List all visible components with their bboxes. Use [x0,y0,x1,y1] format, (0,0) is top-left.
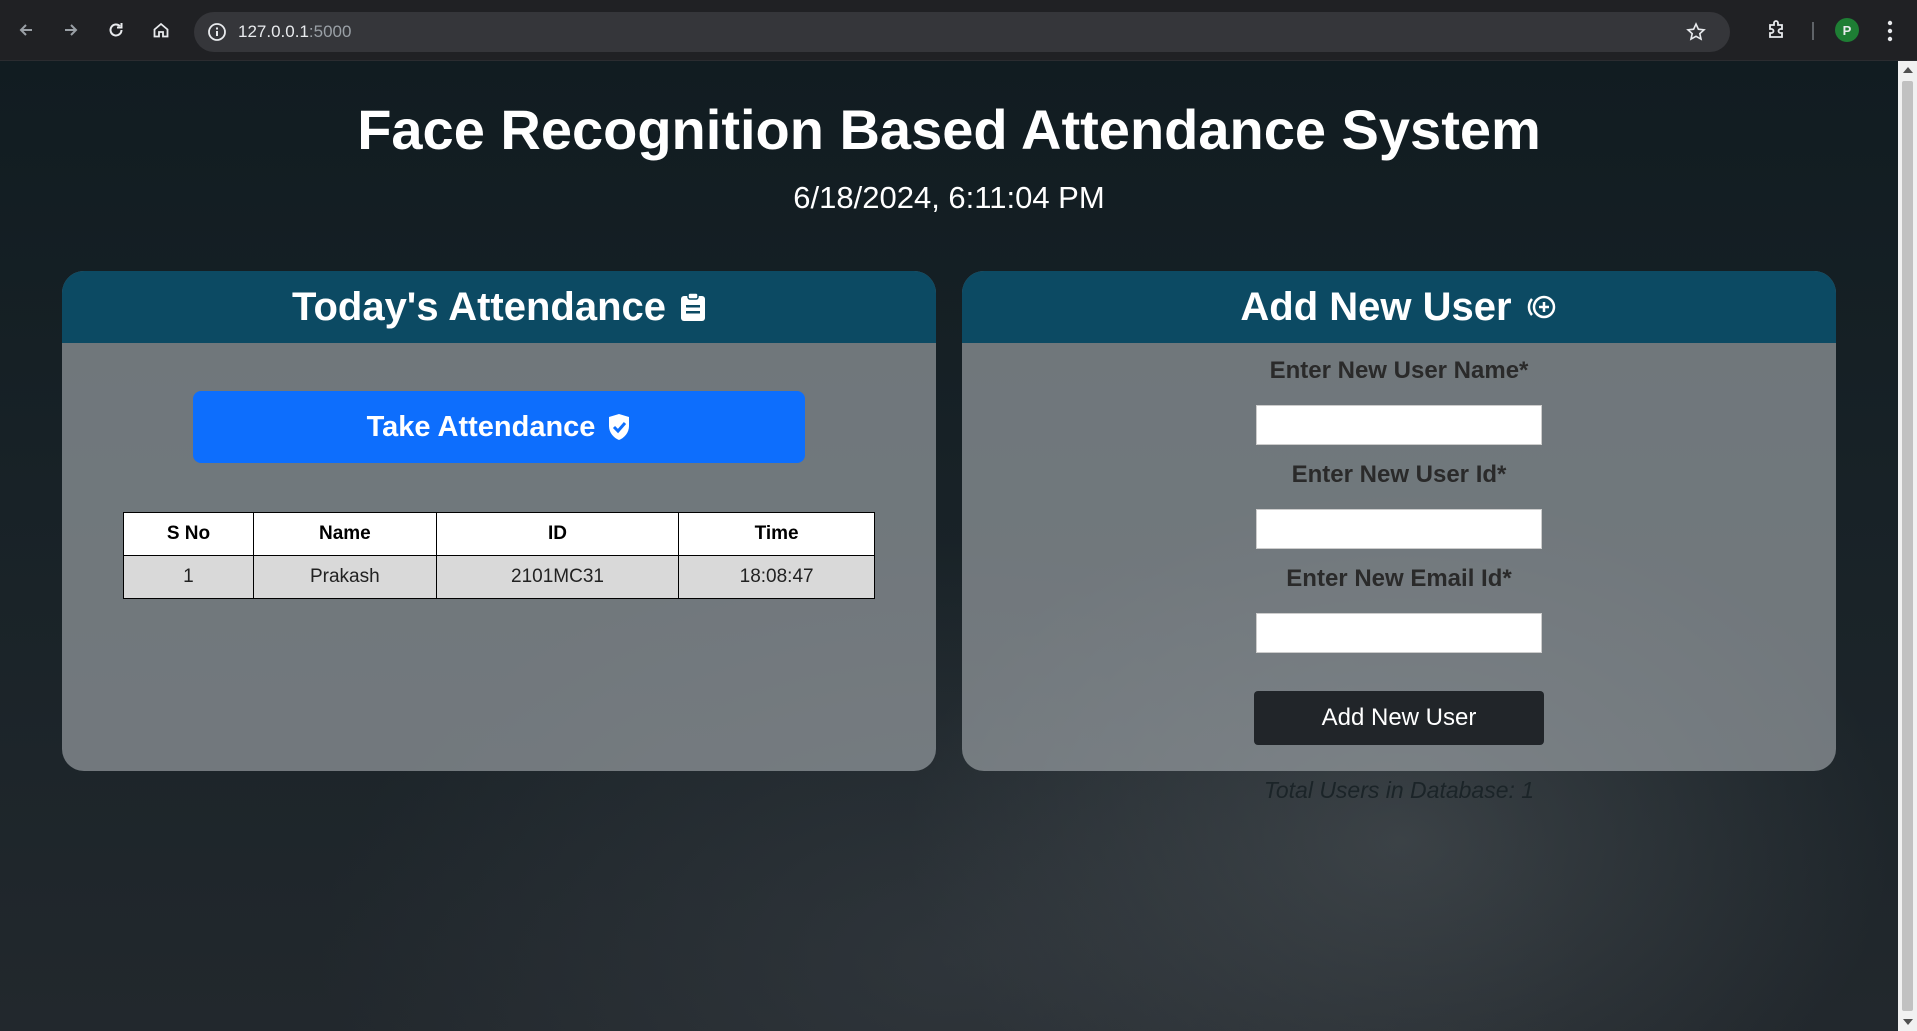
attendance-panel-header: Today's Attendance [62,271,936,343]
page-title: Face Recognition Based Attendance System [357,98,1541,161]
total-users-text: Total Users in Database: 1 [1263,777,1535,803]
browser-menu-icon[interactable] [1880,18,1900,44]
page-viewport: Face Recognition Based Attendance System… [0,61,1898,1031]
column-header-id: ID [435,512,680,556]
cell-name: Prakash [252,555,437,599]
take-attendance-label: Take Attendance [366,410,596,443]
email-id-input[interactable] [1256,613,1542,653]
reload-icon[interactable] [100,14,132,46]
extensions-puzzle-icon[interactable] [1765,17,1793,45]
page-scrollbar[interactable] [1898,61,1917,1031]
home-icon[interactable] [145,14,177,46]
attendance-panel-title: Today's Attendance [291,284,667,329]
add-new-user-button[interactable]: Add New User [1254,691,1544,745]
scroll-up-arrow-icon[interactable] [1903,67,1913,73]
add-user-panel-title: Add New User [1240,284,1512,329]
user-id-input[interactable] [1256,509,1542,549]
scroll-down-arrow-icon[interactable] [1903,1019,1913,1025]
take-attendance-button[interactable]: Take Attendance [193,391,805,463]
email-id-label: Enter New Email Id* [1286,565,1512,592]
user-name-label: Enter New User Name* [1269,357,1529,384]
scrollbar-thumb[interactable] [1902,81,1913,1011]
address-bar[interactable]: 127.0.0.1:5000 [194,12,1730,52]
forward-arrow-icon[interactable] [55,14,87,46]
toolbar-divider [1812,22,1814,40]
attendance-table: S No Name ID Time 1 Prakash 2101MC31 18:… [123,512,875,599]
cell-sno: 1 [123,555,254,599]
back-arrow-icon[interactable] [10,14,42,46]
clipboard-icon [680,292,706,322]
column-header-time: Time [678,512,875,556]
bookmark-star-icon[interactable] [1684,20,1708,44]
profile-avatar[interactable]: P [1835,18,1859,42]
column-header-name: Name [252,512,437,556]
user-name-input[interactable] [1256,405,1542,445]
cell-time: 18:08:47 [678,555,875,599]
url-port: :5000 [308,22,352,41]
add-user-panel-header: Add New User [962,271,1836,343]
cell-id: 2101MC31 [435,555,680,599]
table-header-row: S No Name ID Time [123,512,875,556]
browser-toolbar: 127.0.0.1:5000 P [0,0,1917,61]
user-id-label: Enter New User Id* [1291,461,1507,488]
site-info-icon[interactable] [206,21,228,43]
column-header-sno: S No [123,512,254,556]
attendance-panel: Today's Attendance Take Attendance S No … [62,271,936,771]
add-circle-icon [1526,293,1558,321]
table-row: 1 Prakash 2101MC31 18:08:47 [123,555,875,599]
current-datetime: 6/18/2024, 6:11:04 PM [793,180,1105,215]
add-user-panel: Add New User Enter New User Name* Enter … [962,271,1836,771]
shield-check-icon [607,413,631,441]
url-host: 127.0.0.1 [238,22,309,41]
